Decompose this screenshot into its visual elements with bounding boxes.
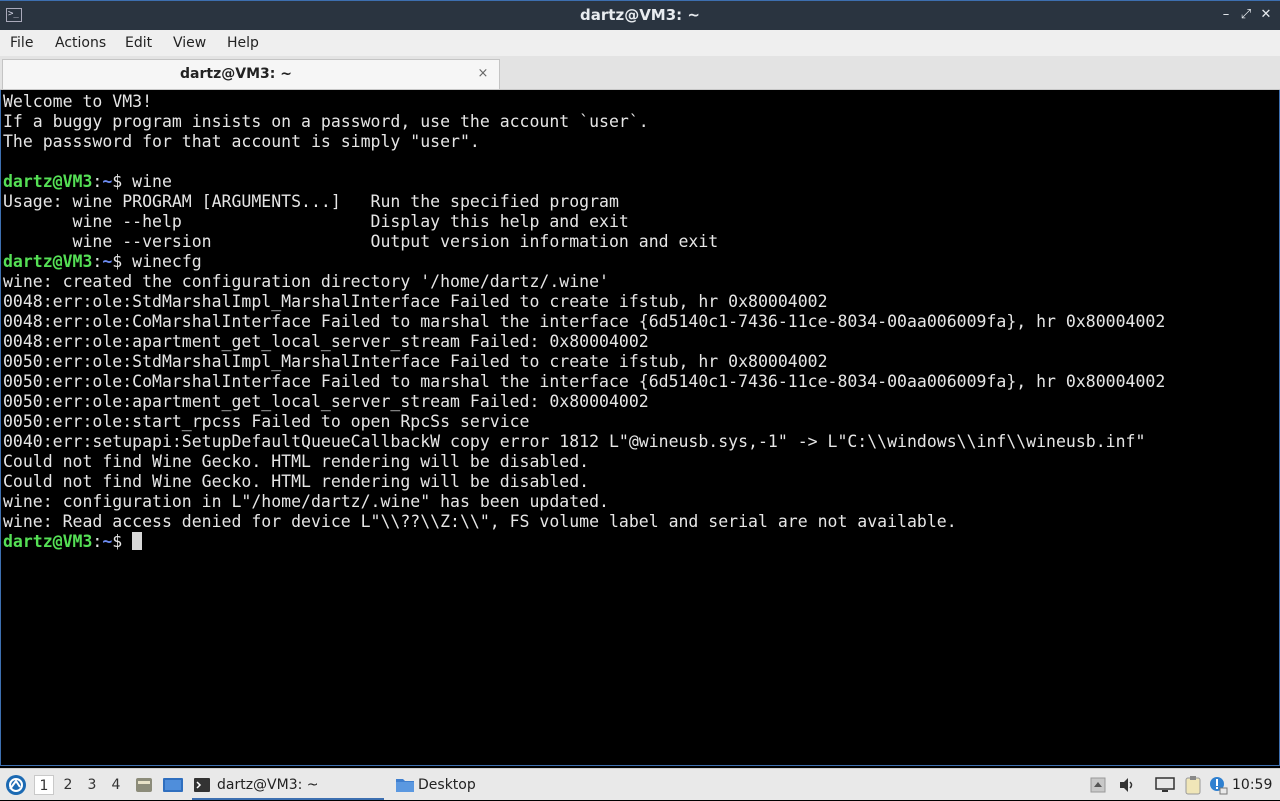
file-manager-icon[interactable]: [134, 775, 154, 795]
workspace-2[interactable]: 2: [58, 775, 78, 795]
taskbar-item-label: Desktop: [418, 777, 476, 793]
prompt-colon: :: [92, 532, 103, 551]
terminal-line: 0050:err:ole:start_rpcss Failed to open …: [3, 412, 530, 431]
clipboard-icon[interactable]: [1184, 775, 1202, 795]
prompt-user-host: dartz@VM3: [3, 532, 93, 551]
tab-bar: dartz@VM3: ~ ×: [0, 56, 1280, 90]
terminal-line: 0048:err:ole:StdMarshalImpl_MarshalInter…: [3, 292, 828, 311]
maximize-icon[interactable]: ⤢: [1238, 7, 1254, 23]
terminal-line: wine: configuration in L"/home/dartz/.wi…: [3, 492, 609, 511]
command-text: wine: [122, 172, 172, 191]
terminal-line: Could not find Wine Gecko. HTML renderin…: [3, 472, 590, 491]
prompt-user-host: dartz@VM3: [3, 172, 93, 191]
terminal-line: Could not find Wine Gecko. HTML renderin…: [3, 452, 590, 471]
menu-edit[interactable]: Edit: [125, 30, 152, 56]
terminal-output[interactable]: Welcome to VM3! If a buggy program insist…: [0, 90, 1280, 766]
menu-view[interactable]: View: [173, 30, 206, 56]
terminal-icon: [194, 777, 210, 792]
terminal-prompt-line: dartz@VM3:~$: [3, 532, 1279, 552]
terminal-line: If a buggy program insists on a password…: [3, 112, 649, 131]
tray-expand-icon[interactable]: [1090, 777, 1106, 793]
prompt-path: ~: [102, 172, 113, 191]
close-icon[interactable]: ✕: [1258, 7, 1274, 23]
menu-actions[interactable]: Actions: [55, 30, 106, 56]
prompt-user-host: dartz@VM3: [3, 252, 93, 271]
volume-icon[interactable]: [1118, 777, 1136, 793]
prompt-colon: :: [92, 252, 103, 271]
prompt-sign: $: [112, 532, 123, 551]
workspace-1[interactable]: 1: [34, 775, 54, 795]
workspace-3[interactable]: 3: [82, 775, 102, 795]
prompt-path: ~: [102, 532, 113, 551]
terminal-line: 0050:err:ole:StdMarshalImpl_MarshalInter…: [3, 352, 828, 371]
terminal-line: The passsword for that account is simply…: [3, 132, 480, 151]
prompt-colon: :: [92, 172, 103, 191]
folder-icon: [396, 777, 414, 792]
tab-label: dartz@VM3: ~: [180, 66, 292, 82]
terminal-line: 0040:err:setupapi:SetupDefaultQueueCallb…: [3, 432, 1146, 451]
taskbar-item-terminal[interactable]: dartz@VM3: ~: [190, 769, 386, 801]
text-cursor: [132, 532, 143, 550]
terminal-line: wine --help Display this help and exit: [3, 212, 629, 231]
terminal-tab[interactable]: dartz@VM3: ~ ×: [2, 59, 500, 89]
terminal-line: wine: created the configuration director…: [3, 272, 609, 291]
workspace-4[interactable]: 4: [106, 775, 126, 795]
window-titlebar[interactable]: >_ dartz@VM3: ~ – ⤢ ✕: [0, 0, 1280, 30]
prompt-path: ~: [102, 252, 113, 271]
terminal-line: 0050:err:ole:apartment_get_local_server_…: [3, 392, 649, 411]
menu-bar: File Actions Edit View Help: [0, 30, 1280, 56]
terminal-line: 0048:err:ole:apartment_get_local_server_…: [3, 332, 649, 351]
terminal-prompt-line: dartz@VM3:~$ winecfg: [3, 252, 1279, 272]
menu-file[interactable]: File: [10, 30, 33, 56]
command-text: winecfg: [122, 252, 202, 271]
terminal-line: Usage: wine PROGRAM [ARGUMENTS...] Run t…: [3, 192, 619, 211]
taskbar-item-desktop[interactable]: Desktop: [392, 769, 492, 801]
network-icon[interactable]: [1155, 777, 1175, 793]
desktop-icon[interactable]: [162, 775, 184, 795]
menu-help[interactable]: Help: [227, 30, 259, 56]
terminal-line: Welcome to VM3!: [3, 92, 153, 111]
tab-close-icon[interactable]: ×: [475, 66, 491, 82]
terminal-line: wine --version Output version informatio…: [3, 232, 719, 251]
lubuntu-start-icon[interactable]: [4, 773, 28, 797]
window-title: dartz@VM3: ~: [580, 6, 700, 24]
terminal-prompt-line: dartz@VM3:~$ wine: [3, 172, 1279, 192]
prompt-sign: $: [112, 252, 123, 271]
terminal-lines: Welcome to VM3! If a buggy program insist…: [3, 92, 1279, 552]
terminal-line: 0048:err:ole:CoMarshalInterface Failed t…: [3, 312, 1166, 331]
prompt-sign: $: [112, 172, 123, 191]
taskbar-item-label: dartz@VM3: ~: [217, 777, 319, 793]
command-text: [122, 532, 132, 551]
terminal-line: 0050:err:ole:CoMarshalInterface Failed t…: [3, 372, 1166, 391]
minimize-icon[interactable]: –: [1218, 7, 1234, 23]
update-notifier-icon[interactable]: [1208, 775, 1228, 795]
clock[interactable]: 10:59: [1232, 769, 1272, 801]
terminal-line: wine: Read access denied for device L"\\…: [3, 512, 957, 531]
taskbar: 1 2 3 4 dartz@VM3: ~ Desktop 10:59: [0, 768, 1280, 800]
